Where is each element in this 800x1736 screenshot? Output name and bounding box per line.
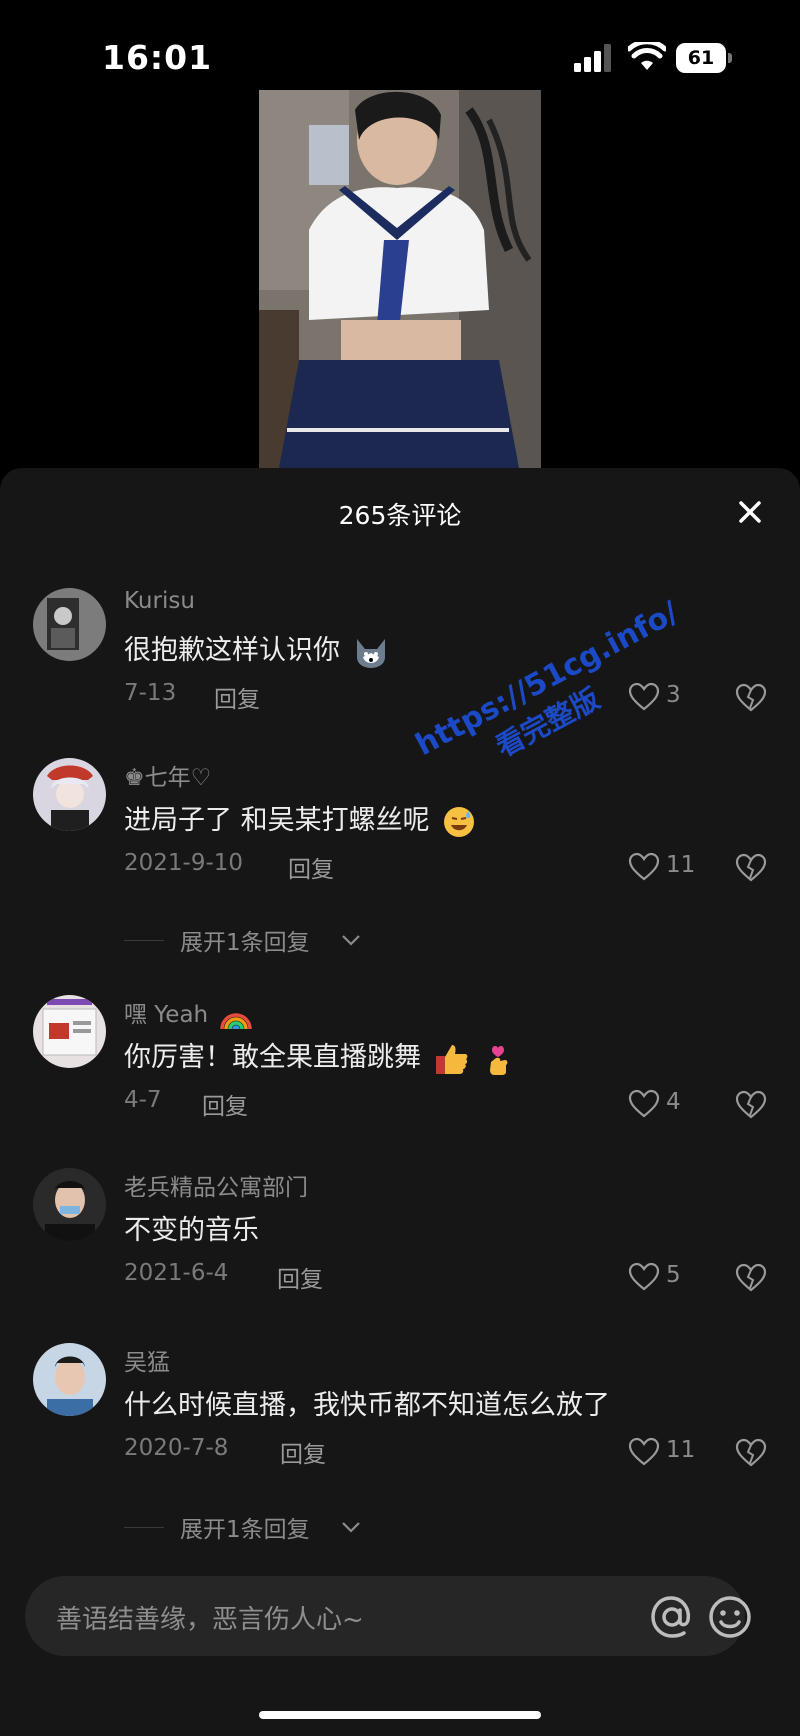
expand-replies-label: 展开1条回复 <box>180 1517 310 1543</box>
avatar[interactable] <box>33 588 106 661</box>
comment-text-content: 你厉害！敢全果直播跳舞 <box>124 1042 421 1073</box>
status-time: 16:01 <box>102 38 213 77</box>
comment-username[interactable]: 老兵精品公寓部门 <box>124 1168 308 1202</box>
comment-text-content: 进局子了 和吴某打螺丝呢 <box>124 805 430 836</box>
comment-date: 2020-7-8 <box>124 1435 229 1461</box>
signal-icon <box>574 44 611 72</box>
like-button[interactable]: 11 <box>628 1435 708 1469</box>
broken-heart-icon[interactable] <box>735 1089 767 1121</box>
heart-icon <box>628 852 660 881</box>
emoji-icon[interactable] <box>705 1592 755 1642</box>
divider <box>124 1527 164 1528</box>
comment-input-placeholder: 善语结善缘，恶言伤人心~ <box>56 1605 364 1635</box>
rainbow-emoji-icon <box>220 1012 253 1029</box>
battery-level: 61 <box>676 43 726 73</box>
comment-item: 嘿 Yeah 你厉害！敢全果直播跳舞 4-7 回复 4 <box>0 995 800 1120</box>
like-button[interactable]: 5 <box>628 1260 708 1294</box>
comments-title: 265条评论 <box>338 501 462 530</box>
heart-icon <box>628 1089 660 1118</box>
avatar[interactable] <box>33 1343 106 1416</box>
broken-heart-icon[interactable] <box>735 1437 767 1469</box>
comment-text: 很抱歉这样认识你 <box>124 628 389 669</box>
home-indicator[interactable] <box>259 1711 541 1719</box>
comment-username[interactable]: Kurisu <box>124 588 195 614</box>
comment-username[interactable]: ♚七年♡ <box>124 758 211 792</box>
comment-username-text: 嘿 Yeah <box>124 1002 209 1028</box>
husky-emoji-icon <box>356 638 385 668</box>
comment-date: 7-13 <box>124 680 177 706</box>
close-icon[interactable] <box>728 490 772 534</box>
heart-icon <box>628 1437 660 1466</box>
comment-text-content: 很抱歉这样认识你 <box>124 635 340 666</box>
comment-date: 2021-9-10 <box>124 850 244 876</box>
finger-heart-emoji-icon <box>490 1045 508 1075</box>
reply-button[interactable]: 回复 <box>288 850 334 884</box>
heart-icon <box>628 1262 660 1291</box>
sweat-smile-emoji-icon <box>444 806 475 837</box>
comment-username[interactable]: 吴猛 <box>124 1343 170 1377</box>
comment-item: 老兵精品公寓部门 不变的音乐 2021-6-4 回复 5 <box>0 1168 800 1293</box>
like-count: 11 <box>666 1437 696 1463</box>
reply-button[interactable]: 回复 <box>202 1087 248 1121</box>
broken-heart-icon[interactable] <box>735 682 767 714</box>
avatar[interactable] <box>33 995 106 1068</box>
chevron-down-icon <box>342 1522 360 1533</box>
chevron-down-icon <box>342 935 360 946</box>
comment-date: 4-7 <box>124 1087 162 1113</box>
comment-text: 不变的音乐 <box>124 1215 259 1246</box>
comment-input[interactable]: 善语结善缘，恶言伤人心~ <box>25 1576 751 1656</box>
comment-date: 2021-6-4 <box>124 1260 229 1286</box>
reply-button[interactable]: 回复 <box>277 1260 323 1294</box>
like-button[interactable]: 11 <box>628 850 708 884</box>
video-thumbnail[interactable] <box>259 90 541 468</box>
like-count: 5 <box>666 1262 681 1288</box>
like-count: 3 <box>666 682 681 708</box>
avatar[interactable] <box>33 758 106 831</box>
broken-heart-icon[interactable] <box>735 1262 767 1294</box>
like-count: 4 <box>666 1089 681 1115</box>
comment-text: 进局子了 和吴某打螺丝呢 <box>124 798 476 839</box>
broken-heart-icon[interactable] <box>735 852 767 884</box>
avatar[interactable] <box>33 1168 106 1241</box>
comment-item: 吴猛 什么时候直播，我快币都不知道怎么放了 2020-7-8 回复 11 展开1… <box>0 1343 800 1563</box>
battery-icon: 61 <box>676 43 732 73</box>
at-icon[interactable] <box>647 1592 697 1642</box>
comment-text: 你厉害！敢全果直播跳舞 <box>124 1035 514 1076</box>
expand-replies-button[interactable]: 展开1条回复 <box>0 1510 800 1544</box>
comment-username[interactable]: 嘿 Yeah <box>124 995 253 1031</box>
comment-item: ♚七年♡ 进局子了 和吴某打螺丝呢 2021-9-10 回复 11 展开1条回复 <box>0 758 800 958</box>
divider <box>124 940 164 941</box>
comment-text: 什么时候直播，我快币都不知道怎么放了 <box>124 1390 610 1421</box>
expand-replies-label: 展开1条回复 <box>180 930 310 956</box>
like-button[interactable]: 4 <box>628 1087 708 1121</box>
thumbs-up-emoji-icon <box>435 1044 467 1074</box>
wifi-icon <box>628 42 666 70</box>
reply-button[interactable]: 回复 <box>280 1435 326 1469</box>
reply-button[interactable]: 回复 <box>214 680 260 714</box>
expand-replies-button[interactable]: 展开1条回复 <box>0 923 800 957</box>
like-count: 11 <box>666 852 696 878</box>
